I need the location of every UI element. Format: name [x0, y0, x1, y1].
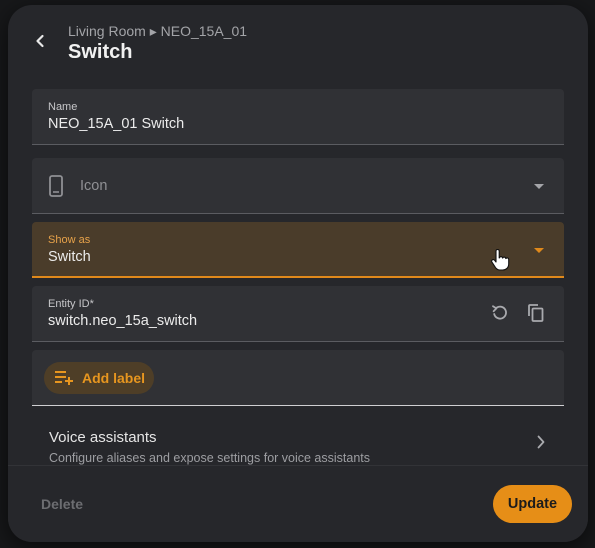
entity-id-field[interactable]: Entity ID* switch.neo_15a_switch	[32, 286, 564, 342]
show-as-select[interactable]: Show as Switch	[32, 222, 564, 278]
phone-icon	[49, 175, 63, 197]
voice-assistants-subtitle: Configure aliases and expose settings fo…	[49, 451, 371, 465]
chevron-left-icon	[36, 34, 44, 48]
reset-entity-id-button[interactable]	[488, 301, 512, 325]
dialog-header: Living Room ▸ NEO_15A_01 Switch	[8, 5, 588, 83]
name-field[interactable]: Name NEO_15A_01 Switch	[32, 89, 564, 145]
chevron-right-icon	[537, 435, 545, 449]
entity-settings-dialog: Living Room ▸ NEO_15A_01 Switch Name NEO…	[8, 5, 588, 542]
icon-picker[interactable]: Icon	[32, 158, 564, 214]
playlist-add-icon	[55, 371, 73, 385]
add-label-text: Add label	[82, 370, 146, 386]
page-title: Switch	[68, 41, 133, 63]
copy-icon	[528, 304, 544, 322]
breadcrumb: Living Room ▸ NEO_15A_01	[68, 23, 248, 39]
delete-button[interactable]: Delete	[41, 496, 83, 512]
caret-down-icon	[534, 248, 544, 253]
entity-id-label: Entity ID*	[48, 298, 94, 310]
icon-picker-placeholder: Icon	[80, 178, 108, 194]
update-button[interactable]: Update	[493, 485, 572, 523]
back-button[interactable]	[24, 25, 56, 57]
hand-pointer-cursor-icon	[491, 249, 510, 271]
show-as-label: Show as	[48, 234, 91, 246]
voice-assistants-row[interactable]: Voice assistants Configure aliases and e…	[32, 411, 564, 473]
show-as-value: Switch	[48, 249, 91, 265]
add-label-button[interactable]: Add label	[44, 362, 154, 394]
entity-id-value[interactable]: switch.neo_15a_switch	[48, 313, 197, 329]
name-field-value[interactable]: NEO_15A_01 Switch	[48, 116, 184, 132]
dialog-footer: Delete Update	[8, 465, 588, 542]
name-field-label: Name	[48, 101, 78, 113]
copy-entity-id-button[interactable]	[524, 301, 548, 325]
restore-icon	[492, 305, 507, 320]
voice-assistants-title: Voice assistants	[49, 429, 157, 446]
labels-field: Add label	[32, 350, 564, 406]
caret-down-icon	[534, 184, 544, 189]
